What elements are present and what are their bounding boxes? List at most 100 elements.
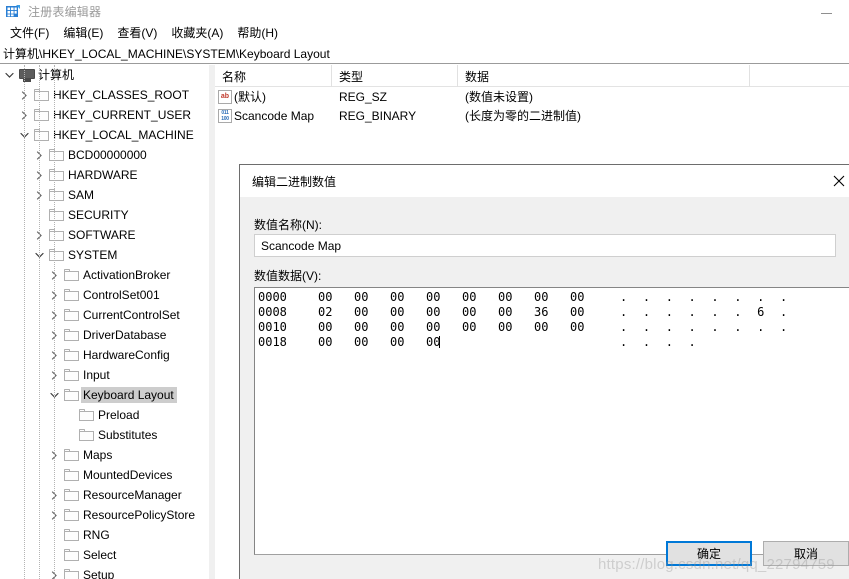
hex-byte[interactable]: 00 [390,320,426,335]
menu-item-edit[interactable]: 编辑(E) [56,22,110,44]
menu-item-view[interactable]: 查看(V) [110,22,164,44]
hex-byte[interactable]: 00 [426,335,462,350]
tree-node-currentcontrolset[interactable]: CurrentControlSet [0,305,208,325]
window-title: 注册表编辑器 [28,4,102,19]
tree-node-hkey-local-machine[interactable]: HKEY_LOCAL_MACHINE [0,125,208,145]
column-header-type[interactable]: 类型 [332,65,458,87]
folder-icon [62,485,81,505]
hex-byte[interactable]: 00 [462,320,498,335]
list-item[interactable]: ab (默认) REG_SZ (数值未设置) [215,87,849,106]
hex-byte[interactable]: 00 [426,320,462,335]
hex-byte[interactable]: 00 [570,290,606,305]
tree-node-hkey-classes-root[interactable]: HKEY_CLASSES_ROOT [0,85,208,105]
hex-byte[interactable]: 00 [498,320,534,335]
tree-node-maps[interactable]: Maps [0,445,208,465]
pane-splitter[interactable] [208,65,215,579]
hex-byte[interactable]: 36 [534,305,570,320]
tree-node-keyboard-layout[interactable]: Keyboard Layout [0,385,208,405]
tree-node-setup[interactable]: Setup [0,565,208,579]
folder-icon [47,185,66,205]
tree-node-hardwareconfig[interactable]: HardwareConfig [0,345,208,365]
tree-node-system[interactable]: SYSTEM [0,245,208,265]
hex-line: 0018 00 00 00 00. . . . [258,335,849,350]
folder-icon [47,245,66,265]
tree-node-resourcepolicystore[interactable]: ResourcePolicyStore [0,505,208,525]
hex-ascii: . . . . . . . . [620,320,792,334]
tree-node-activationbroker[interactable]: ActivationBroker [0,265,208,285]
registry-tree[interactable]: 计算机 HKEY_CLASSES_ROOT HKEY_CURRENT_USER HKE… [0,65,208,579]
tree-node--[interactable]: 计算机 [0,65,208,85]
tree-node-resourcemanager[interactable]: ResourceManager [0,485,208,505]
folder-icon [62,345,81,365]
tree-node-spacer [62,425,77,445]
hex-byte[interactable]: 00 [426,305,462,320]
folder-icon [32,125,51,145]
tree-node-label: ControlSet001 [83,288,160,302]
hex-byte[interactable]: 00 [390,290,426,305]
string-value-icon: ab [218,89,232,104]
column-header-name[interactable]: 名称 [215,65,332,87]
hex-byte[interactable]: 00 [318,320,354,335]
tree-node-preload[interactable]: Preload [0,405,208,425]
ok-button[interactable]: 确定 [666,541,752,566]
tree-node-label: ResourceManager [83,488,182,502]
tree-node-label: HKEY_CLASSES_ROOT [53,88,190,102]
title-bar: 注册表编辑器 [0,0,849,22]
cancel-button[interactable]: 取消 [763,541,849,566]
column-header-data[interactable]: 数据 [458,65,750,87]
tree-node-hardware[interactable]: HARDWARE [0,165,208,185]
hex-byte[interactable]: 00 [390,335,426,350]
tree-node-label: Preload [98,408,140,422]
dialog-title: 编辑二进制数值 [252,174,337,189]
tree-node-label: Setup [83,568,115,579]
hex-byte[interactable]: 00 [390,305,426,320]
tree-node-software[interactable]: SOFTWARE [0,225,208,245]
tree-node-select[interactable]: Select [0,545,208,565]
menu-item-file[interactable]: 文件(F) [3,22,56,44]
hex-editor[interactable]: 0000 00 00 00 00 00 00 00 00. . . . . . . . 0008 0… [254,287,849,555]
tree-node-security[interactable]: SECURITY [0,205,208,225]
hex-byte[interactable]: 00 [354,305,390,320]
chevron-down-icon[interactable] [2,65,17,85]
hex-line: 0000 00 00 00 00 00 00 00 00. . . . . . . . [258,290,849,305]
tree-node-sam[interactable]: SAM [0,185,208,205]
hex-byte[interactable]: 00 [534,320,570,335]
hex-byte[interactable]: 00 [462,290,498,305]
tree-node-mounteddevices[interactable]: MountedDevices [0,465,208,485]
hex-byte[interactable]: 00 [570,320,606,335]
folder-icon [62,265,81,285]
hex-byte[interactable]: 00 [534,290,570,305]
hex-byte[interactable]: 00 [318,290,354,305]
hex-byte[interactable]: 00 [426,290,462,305]
tree-node-label: BCD00000000 [68,148,147,162]
address-bar[interactable]: 计算机\HKEY_LOCAL_MACHINE\SYSTEM\Keyboard L… [0,44,849,64]
hex-byte[interactable]: 02 [318,305,354,320]
value-type-cell: REG_SZ [339,89,388,104]
tree-node-label: MountedDevices [83,468,173,482]
tree-node-label: SAM [68,188,95,202]
close-icon[interactable] [816,165,849,197]
tree-node-controlset001[interactable]: ControlSet001 [0,285,208,305]
hex-byte[interactable]: 00 [354,320,390,335]
menu-item-favorites[interactable]: 收藏夹(A) [164,22,230,44]
tree-node-driverdatabase[interactable]: DriverDatabase [0,325,208,345]
hex-byte[interactable]: 00 [354,290,390,305]
list-item[interactable]: 011 100 Scancode Map REG_BINARY (长度为零的二进制值) [215,106,849,125]
minimize-button[interactable] [803,0,849,22]
tree-node-input[interactable]: Input [0,365,208,385]
hex-byte[interactable]: 00 [570,305,606,320]
dialog-title-bar: 编辑二进制数值 [240,165,849,197]
hex-byte[interactable]: 00 [498,290,534,305]
hex-byte[interactable]: 00 [354,335,390,350]
tree-node-substitutes[interactable]: Substitutes [0,425,208,445]
value-type-cell: REG_BINARY [339,108,417,123]
tree-node-rng[interactable]: RNG [0,525,208,545]
folder-icon [62,365,81,385]
hex-byte[interactable]: 00 [318,335,354,350]
menu-item-help[interactable]: 帮助(H) [230,22,285,44]
hex-byte[interactable]: 00 [462,305,498,320]
hex-byte[interactable]: 00 [498,305,534,320]
tree-node-bcd00000000[interactable]: BCD00000000 [0,145,208,165]
value-name-input[interactable] [254,234,836,257]
tree-node-hkey-current-user[interactable]: HKEY_CURRENT_USER [0,105,208,125]
